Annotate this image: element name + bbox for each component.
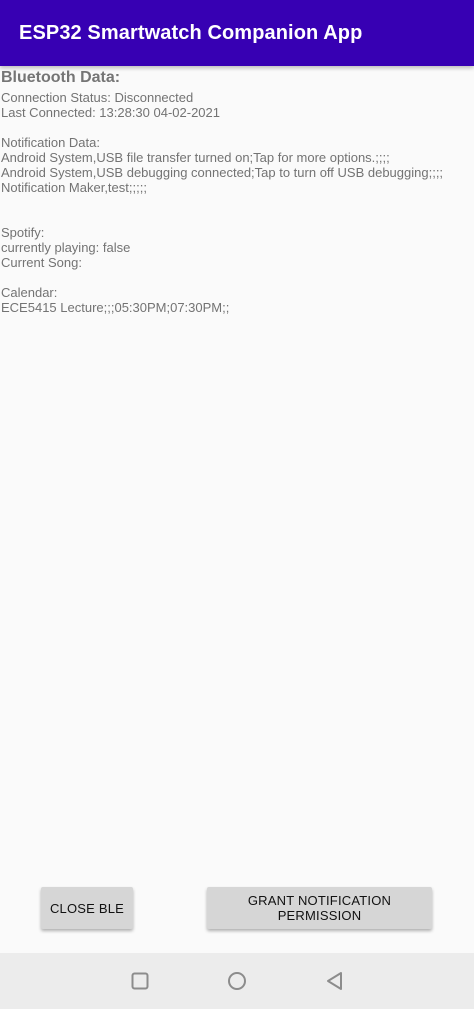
back-button[interactable] bbox=[323, 969, 347, 993]
notification-item: Android System,USB debugging connected;T… bbox=[1, 165, 444, 180]
calendar-heading: Calendar: bbox=[1, 285, 58, 300]
spotify-playing-status: currently playing: false bbox=[1, 240, 131, 255]
system-navigation-bar bbox=[0, 953, 474, 1009]
close-ble-button[interactable]: CLOSE BLE bbox=[41, 887, 133, 929]
notification-item: Notification Maker,test;;;;; bbox=[1, 180, 147, 195]
notification-item: Android System,USB file transfer turned … bbox=[1, 150, 390, 165]
square-recents-icon bbox=[131, 972, 149, 990]
spotify-heading: Spotify: bbox=[1, 225, 45, 240]
grant-notification-permission-button[interactable]: GRANT NOTIFICATION PERMISSION bbox=[207, 887, 432, 929]
spotify-current-song: Current Song: bbox=[1, 255, 82, 270]
app-title: ESP32 Smartwatch Companion App bbox=[19, 22, 363, 44]
home-button[interactable] bbox=[225, 969, 249, 993]
notification-heading: Notification Data: bbox=[1, 135, 100, 150]
last-connected: Last Connected: 13:28:30 04-02-2021 bbox=[1, 105, 221, 120]
calendar-event: ECE5415 Lecture;;;05:30PM;07:30PM;; bbox=[1, 300, 230, 315]
connection-status: Connection Status: Disconnected bbox=[1, 90, 194, 105]
bluetooth-heading: Bluetooth Data: bbox=[1, 69, 121, 86]
recents-button[interactable] bbox=[128, 969, 152, 993]
bluetooth-data-panel: Bluetooth Data: Connection Status: Disco… bbox=[1, 68, 473, 315]
triangle-back-icon bbox=[327, 972, 342, 990]
app-bar: ESP32 Smartwatch Companion App bbox=[0, 0, 474, 66]
circle-home-icon bbox=[228, 972, 246, 990]
